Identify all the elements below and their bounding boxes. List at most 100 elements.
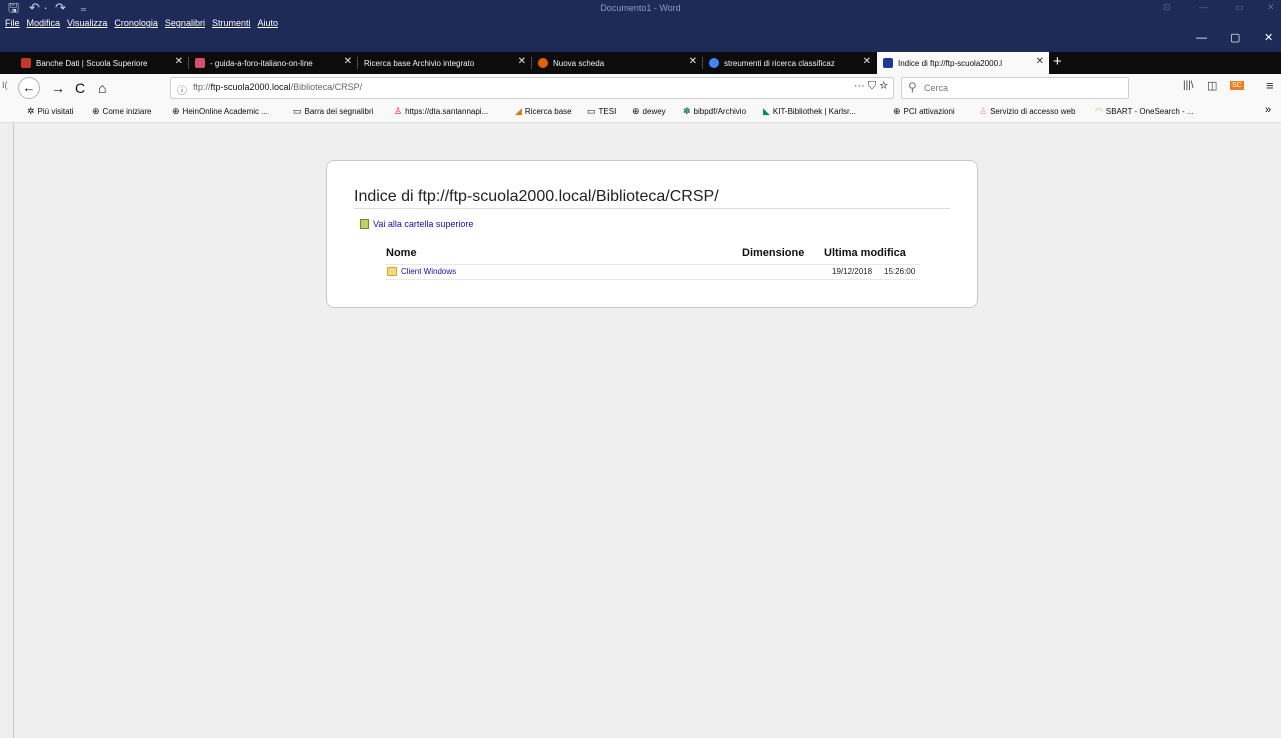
bookmark-come-iniziare[interactable]: ⊕ Come iniziare: [92, 106, 151, 117]
folder-icon: [387, 267, 397, 276]
entry-time: 15:26:00: [884, 267, 916, 276]
search-placeholder: Cerca: [924, 83, 949, 93]
bookmark-pci-attivazioni[interactable]: ⊕ PCI attivazioni: [893, 106, 955, 117]
bookmark-label: TESI: [598, 107, 617, 116]
menu-aiuto[interactable]: Aiuto: [257, 16, 278, 30]
search-icon: ⚲: [908, 80, 917, 94]
menu-cronologia[interactable]: Cronologia: [114, 16, 158, 30]
bookmark-ricerca-base[interactable]: ◢ Ricerca base: [515, 106, 572, 117]
new-tab-button[interactable]: +: [1053, 53, 1062, 70]
ftp-page-icon: [883, 58, 893, 68]
divider: [354, 208, 950, 209]
word-ribbon-icon[interactable]: ⊡: [1163, 1, 1171, 13]
favicon-icon: [195, 58, 205, 68]
extension-icon[interactable]: SC: [1230, 81, 1244, 90]
bookmark-barra-segnalibri[interactable]: ▭ Barra dei segnalibri: [293, 106, 373, 117]
bookmark-piu-visitati[interactable]: ✲ Più visitati: [27, 106, 74, 117]
site-icon: ◣: [763, 106, 770, 116]
sidebar-icon[interactable]: ◫: [1207, 79, 1217, 92]
menu-bar: File Modifica Visualizza Cronologia Segn…: [5, 16, 278, 30]
menu-file[interactable]: File: [5, 16, 20, 30]
edge-marker: I(: [2, 80, 8, 90]
bookmark-tesi[interactable]: ▭ TESI: [587, 106, 616, 117]
tab-label: Banche Dati | Scuola Superiore: [36, 58, 148, 68]
menu-icon[interactable]: ≡: [1266, 78, 1274, 93]
bookmark-label: Come iniziare: [102, 107, 152, 116]
bookmark-servizio-accesso[interactable]: ♙ Servizio di accesso web: [979, 106, 1075, 117]
bookmark-dewey[interactable]: ⊕ dewey: [632, 106, 666, 117]
menu-modifica[interactable]: Modifica: [27, 16, 61, 30]
table-row: Client Windows 19/12/2018 15:26:00: [385, 264, 920, 280]
bookmark-label: https://dta.santannapi...: [405, 107, 489, 116]
bookmark-label: Barra dei segnalibri: [304, 107, 374, 116]
site-icon: ◢: [515, 106, 522, 116]
menu-strumenti[interactable]: Strumenti: [212, 16, 251, 30]
page-title: Indice di ftp://ftp-scuola2000.local/Bib…: [354, 188, 719, 205]
tab-close-icon[interactable]: ✕: [175, 56, 183, 67]
tab-close-icon[interactable]: ✕: [1036, 56, 1044, 67]
tab-streumenti[interactable]: streumenti di ricerca classificaz ✕: [703, 52, 876, 74]
tab-guida-foro[interactable]: - guida-a-foro-italiano-on-line ✕: [189, 52, 357, 74]
url-text[interactable]: ftp://ftp-scuola2000.local/Biblioteca/CR…: [193, 82, 362, 92]
minimize-button[interactable]: —: [1196, 31, 1207, 45]
word-close-icon[interactable]: ✕: [1267, 1, 1275, 13]
column-header-modified[interactable]: Ultima modifica: [824, 247, 906, 259]
menu-segnalibri[interactable]: Segnalibri: [165, 16, 205, 30]
parent-folder-label: Vai alla cartella superiore: [373, 219, 474, 229]
word-window-title: Documento1 - Word: [600, 3, 681, 13]
tab-ricerca-base[interactable]: Ricerca base Archivio integrato ✕: [358, 52, 531, 74]
directory-listing-card: Indice di ftp://ftp-scuola2000.local/Bib…: [326, 160, 978, 308]
site-icon: ✽: [683, 106, 691, 116]
globe-icon: ⊕: [893, 106, 901, 116]
globe-icon: ⊕: [632, 106, 640, 116]
bookmark-label: Ricerca base: [524, 107, 572, 116]
word-restore-icon[interactable]: ▭: [1235, 1, 1244, 13]
tab-banche-dati[interactable]: Banche Dati | Scuola Superiore ✕: [15, 52, 188, 74]
site-info-icon[interactable]: ⓘ: [177, 82, 187, 97]
forward-button[interactable]: →: [51, 79, 65, 97]
library-icon[interactable]: |||\: [1183, 80, 1194, 91]
url-bar[interactable]: ⓘ ftp://ftp-scuola2000.local/Biblioteca/…: [170, 77, 894, 99]
tab-indice-ftp[interactable]: Indice di ftp://ftp-scuola2000.l ✕: [877, 52, 1049, 74]
site-icon: ◠: [1095, 106, 1103, 116]
bookmark-label: dewey: [642, 107, 666, 116]
page-actions[interactable]: ··· ⛉ ☆: [854, 80, 888, 93]
bookmark-heinonline[interactable]: ⊕ HeinOnline Academic ...: [172, 106, 268, 117]
tab-label: - guida-a-foro-italiano-on-line: [210, 58, 313, 68]
entry-name-link[interactable]: Client Windows: [401, 267, 456, 276]
bookmarks-overflow-button[interactable]: »: [1265, 104, 1271, 116]
search-bar[interactable]: ⚲ Cerca: [901, 77, 1129, 99]
window-edge: [13, 123, 14, 738]
up-folder-icon: [360, 219, 369, 229]
restore-button[interactable]: ▢: [1230, 31, 1240, 45]
title-bar: 🖫 ↶ · ↷ ₌ Documento1 - Word ⊡ — ▭ ✕ File…: [0, 0, 1281, 52]
menu-visualizza[interactable]: Visualizza: [67, 16, 107, 30]
bookmark-dta-santanna[interactable]: ♙ https://dta.santannapi...: [394, 106, 488, 117]
reload-button[interactable]: C: [75, 79, 85, 97]
globe-icon: ⊕: [172, 106, 180, 116]
tab-label: Indice di ftp://ftp-scuola2000.l: [898, 58, 1003, 68]
bookmark-label: SBART - OneSearch - ...: [1105, 107, 1194, 116]
bookmark-bibpdf[interactable]: ✽ bibpdf/Archivio: [683, 106, 746, 117]
tab-label: streumenti di ricerca classificaz: [724, 58, 835, 68]
tab-close-icon[interactable]: ✕: [344, 56, 352, 67]
column-header-size[interactable]: Dimensione: [742, 247, 804, 259]
site-icon: ♙: [394, 106, 403, 116]
column-header-name[interactable]: Nome: [386, 247, 417, 259]
tab-label: Nuova scheda: [553, 58, 605, 68]
bookmark-kit-bibliothek[interactable]: ◣ KIT-Bibliothek | Karlsr...: [763, 106, 856, 117]
bookmark-label: KIT-Bibliothek | Karlsr...: [772, 107, 856, 116]
bookmark-sbart[interactable]: ◠ SBART - OneSearch - ...: [1095, 106, 1194, 117]
home-button[interactable]: ⌂: [98, 79, 106, 97]
tab-nuova-scheda[interactable]: Nuova scheda ✕: [532, 52, 702, 74]
tab-close-icon[interactable]: ✕: [689, 56, 697, 67]
word-minimize-icon[interactable]: —: [1199, 1, 1208, 13]
back-button[interactable]: ←: [18, 77, 40, 99]
folder-icon: ▭: [587, 106, 596, 116]
tab-close-icon[interactable]: ✕: [518, 56, 526, 67]
parent-folder-link[interactable]: Vai alla cartella superiore: [360, 219, 473, 229]
close-button[interactable]: ✕: [1264, 31, 1273, 45]
tab-label: Ricerca base Archivio integrato: [364, 58, 475, 68]
tab-close-icon[interactable]: ✕: [863, 56, 871, 67]
bookmark-label: HeinOnline Academic ...: [182, 107, 268, 116]
